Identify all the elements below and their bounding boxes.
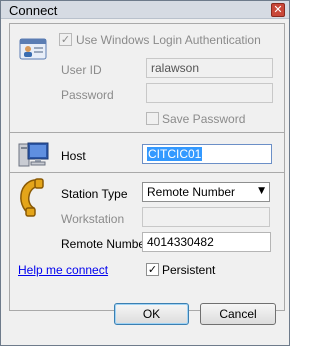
user-id-field[interactable]: ralawson <box>146 58 273 78</box>
help-me-connect-link[interactable]: Help me connect <box>18 263 108 277</box>
title-bar[interactable]: Connect ✕ <box>1 1 289 19</box>
station-type-value: Remote Number <box>147 185 236 199</box>
host-value: CITCIC01 <box>147 147 203 161</box>
section-divider <box>9 132 285 133</box>
chevron-down-icon: ▼ <box>258 186 265 196</box>
ok-button[interactable]: OK <box>114 303 189 325</box>
connect-dialog: Connect ✕ ✓ Use Windows Login Authentica… <box>0 0 290 346</box>
remote-number-field[interactable]: 4014330482 <box>142 232 271 252</box>
host-label: Host <box>61 149 86 163</box>
windows-auth-checkbox[interactable]: ✓ <box>59 33 72 46</box>
id-card-icon <box>19 38 47 60</box>
password-label: Password <box>61 88 114 102</box>
persistent-label: Persistent <box>162 263 216 277</box>
save-password-checkbox[interactable] <box>146 112 159 125</box>
section-divider <box>9 172 285 173</box>
computer-icon <box>18 142 49 167</box>
user-id-label: User ID <box>61 63 102 77</box>
cancel-button[interactable]: Cancel <box>200 303 276 325</box>
host-field[interactable]: CITCIC01 <box>142 144 272 164</box>
persistent-checkbox[interactable]: ✓ <box>146 263 159 276</box>
station-type-label: Station Type <box>61 187 128 201</box>
window-title: Connect <box>9 3 58 18</box>
workstation-field[interactable] <box>142 207 270 227</box>
workstation-label: Workstation <box>61 212 125 226</box>
remote-number-label: Remote Number <box>61 237 150 251</box>
save-password-label: Save Password <box>162 112 246 126</box>
password-field[interactable] <box>146 83 273 103</box>
station-type-select[interactable]: Remote Number ▼ <box>142 182 270 202</box>
windows-auth-label: Use Windows Login Authentication <box>76 33 261 47</box>
close-button[interactable]: ✕ <box>271 3 285 17</box>
phone-icon <box>20 178 44 217</box>
